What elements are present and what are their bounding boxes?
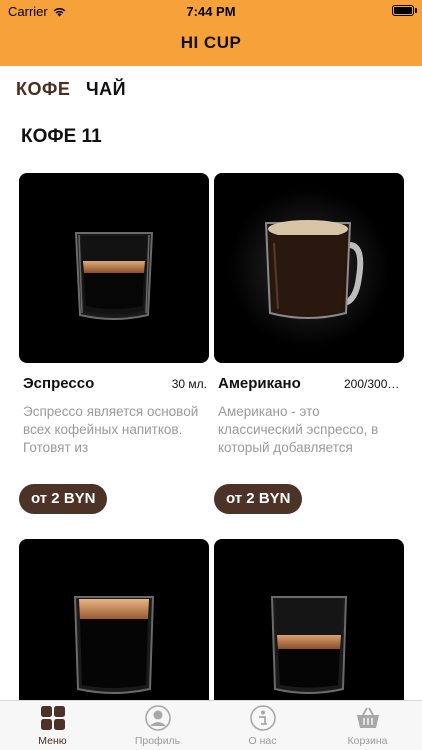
product-volume: 30 мл. [171,377,207,391]
tabbar-item-cart[interactable]: Корзина [315,705,420,747]
tabbar-item-about[interactable]: О нас [210,705,315,747]
tabbar-item-profile[interactable]: Профиль [105,705,210,747]
battery-icon [392,5,414,16]
tabbar-label: Меню [38,735,67,747]
product-description: Американо - это классический эспрессо, в… [218,404,379,455]
tab-tea[interactable]: ЧАЙ [86,79,126,100]
tabbar-label: Профиль [134,735,181,747]
tabbar-item-menu[interactable]: Меню [0,705,105,747]
product-volume: 200/300 мл. [344,377,402,391]
product-name: Американо [218,375,301,392]
grid-icon [40,706,65,730]
clock: 7:44 PM [186,4,236,19]
section-name: КОФЕ [21,126,77,147]
espresso-glass-icon [74,232,154,320]
category-tabs: КОФЕ ЧАЙ [0,66,422,112]
basket-icon [356,707,379,728]
product-image-americano[interactable] [214,173,404,363]
price-button[interactable]: от 2 BYN [19,484,108,514]
tabbar-label: О нас [248,735,277,747]
battery-tip [415,8,417,13]
app-header: Carrier 7:44 PM HI CUP [0,0,422,66]
section-title: КОФЕ 11 [21,126,102,148]
status-bar: Carrier 7:44 PM [0,0,422,22]
price-button[interactable]: от 2 BYN [214,484,303,514]
product-name: Эспрессо [23,375,95,392]
info-icon [249,705,276,731]
product-card-espresso[interactable]: Эспрессо 30 мл. Эспрессо является осново… [19,173,209,514]
profile-icon [144,705,171,731]
tabbar-label: Корзина [347,735,388,747]
section-count: 11 [81,126,102,147]
bottom-tab-bar: Меню Профиль О нас Корзина [0,700,422,750]
tab-coffee[interactable]: КОФЕ [16,79,70,100]
product-card-americano[interactable]: Американо 200/300 мл. Американо - это кл… [214,173,404,514]
app-title: HI CUP [180,33,242,52]
product-description: Эспрессо является основой всех кофейных … [23,404,199,455]
americano-mug-icon [229,188,389,348]
product-image-espresso[interactable] [19,173,209,363]
